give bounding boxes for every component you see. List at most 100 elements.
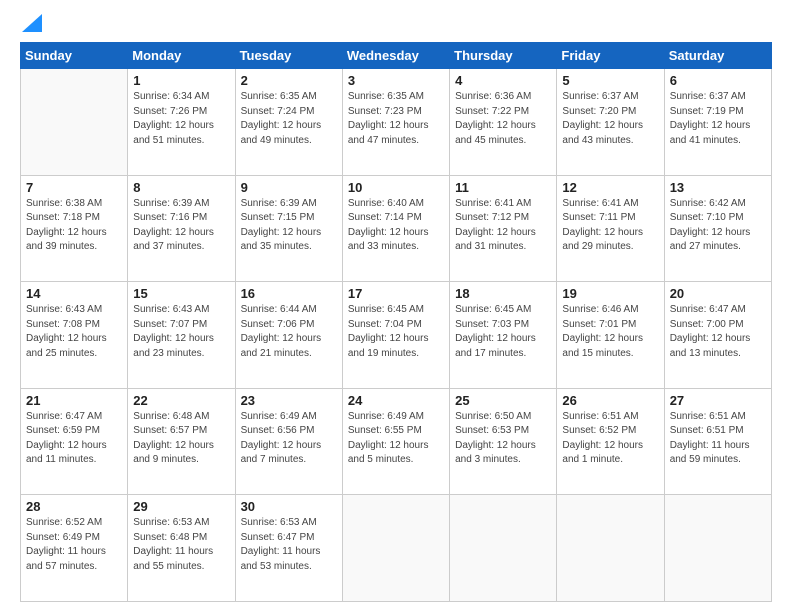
day-number: 24: [348, 393, 444, 408]
day-number: 2: [241, 73, 337, 88]
day-number: 30: [241, 499, 337, 514]
calendar-cell: 1Sunrise: 6:34 AM Sunset: 7:26 PM Daylig…: [128, 69, 235, 176]
day-info: Sunrise: 6:39 AM Sunset: 7:16 PM Dayligh…: [133, 197, 229, 255]
calendar-cell: 8 Sunrise: 6:39 AM Sunset: 7:16 PM Daylig…: [128, 175, 235, 282]
weekday-header-sunday: Sunday: [21, 43, 128, 69]
calendar-cell: [21, 69, 128, 176]
calendar-week-row: 28 Sunrise: 6:52 AM Sunset: 6:49 PM Dayli…: [21, 495, 772, 602]
calendar-cell: [450, 495, 557, 602]
calendar-cell: 27 Sunrise: 6:51 AM Sunset: 6:51 PM Dayli…: [664, 388, 771, 495]
day-number: 5: [562, 73, 658, 88]
day-number: 11: [455, 180, 551, 195]
calendar-week-row: 14Sunrise: 6:43 AM Sunset: 7:08 PM Dayli…: [21, 282, 772, 389]
day-info: Sunrise: 6:39 AM Sunset: 7:15 PM Dayligh…: [241, 197, 337, 255]
day-info: Sunrise: 6:53 AM Sunset: 6:48 PM Dayligh…: [133, 516, 229, 574]
day-number: 22: [133, 393, 229, 408]
calendar-cell: 14Sunrise: 6:43 AM Sunset: 7:08 PM Dayli…: [21, 282, 128, 389]
day-number: 15: [133, 286, 229, 301]
weekday-header-row: SundayMondayTuesdayWednesdayThursdayFrid…: [21, 43, 772, 69]
logo-icon: [22, 14, 42, 32]
day-number: 14: [26, 286, 122, 301]
day-info: Sunrise: 6:47 AM Sunset: 6:59 PM Dayligh…: [26, 410, 122, 468]
day-number: 9: [241, 180, 337, 195]
calendar-cell: 18 Sunrise: 6:45 AM Sunset: 7:03 PM Dayli…: [450, 282, 557, 389]
calendar-cell: 25 Sunrise: 6:50 AM Sunset: 6:53 PM Dayli…: [450, 388, 557, 495]
calendar-cell: 22Sunrise: 6:48 AM Sunset: 6:57 PM Dayli…: [128, 388, 235, 495]
calendar-cell: 24 Sunrise: 6:49 AM Sunset: 6:55 PM Dayli…: [342, 388, 449, 495]
day-info: Sunrise: 6:45 AM Sunset: 7:04 PM Dayligh…: [348, 303, 444, 361]
day-number: 17: [348, 286, 444, 301]
day-number: 12: [562, 180, 658, 195]
calendar-cell: 15 Sunrise: 6:43 AM Sunset: 7:07 PM Dayli…: [128, 282, 235, 389]
day-info: Sunrise: 6:40 AM Sunset: 7:14 PM Dayligh…: [348, 197, 444, 255]
day-number: 16: [241, 286, 337, 301]
day-number: 10: [348, 180, 444, 195]
calendar-cell: 23 Sunrise: 6:49 AM Sunset: 6:56 PM Dayli…: [235, 388, 342, 495]
day-number: 4: [455, 73, 551, 88]
day-number: 6: [670, 73, 766, 88]
calendar-table: SundayMondayTuesdayWednesdayThursdayFrid…: [20, 42, 772, 602]
weekday-header-monday: Monday: [128, 43, 235, 69]
calendar-cell: 9 Sunrise: 6:39 AM Sunset: 7:15 PM Daylig…: [235, 175, 342, 282]
day-info: Sunrise: 6:41 AM Sunset: 7:11 PM Dayligh…: [562, 197, 658, 255]
day-info: Sunrise: 6:41 AM Sunset: 7:12 PM Dayligh…: [455, 197, 551, 255]
calendar-cell: 11 Sunrise: 6:41 AM Sunset: 7:12 PM Dayli…: [450, 175, 557, 282]
weekday-header-saturday: Saturday: [664, 43, 771, 69]
day-number: 28: [26, 499, 122, 514]
day-info: Sunrise: 6:45 AM Sunset: 7:03 PM Dayligh…: [455, 303, 551, 361]
calendar-cell: 5 Sunrise: 6:37 AM Sunset: 7:20 PM Daylig…: [557, 69, 664, 176]
calendar-cell: 2 Sunrise: 6:35 AM Sunset: 7:24 PM Daylig…: [235, 69, 342, 176]
calendar-week-row: 7Sunrise: 6:38 AM Sunset: 7:18 PM Daylig…: [21, 175, 772, 282]
calendar-week-row: 1Sunrise: 6:34 AM Sunset: 7:26 PM Daylig…: [21, 69, 772, 176]
calendar-cell: 10 Sunrise: 6:40 AM Sunset: 7:14 PM Dayli…: [342, 175, 449, 282]
calendar-cell: [557, 495, 664, 602]
calendar-cell: 3 Sunrise: 6:35 AM Sunset: 7:23 PM Daylig…: [342, 69, 449, 176]
day-info: Sunrise: 6:49 AM Sunset: 6:55 PM Dayligh…: [348, 410, 444, 468]
day-number: 25: [455, 393, 551, 408]
calendar-cell: 17 Sunrise: 6:45 AM Sunset: 7:04 PM Dayli…: [342, 282, 449, 389]
day-number: 26: [562, 393, 658, 408]
day-number: 13: [670, 180, 766, 195]
weekday-header-tuesday: Tuesday: [235, 43, 342, 69]
day-number: 3: [348, 73, 444, 88]
calendar-cell: 28 Sunrise: 6:52 AM Sunset: 6:49 PM Dayli…: [21, 495, 128, 602]
day-info: Sunrise: 6:36 AM Sunset: 7:22 PM Dayligh…: [455, 90, 551, 148]
calendar-cell: 26Sunrise: 6:51 AM Sunset: 6:52 PM Dayli…: [557, 388, 664, 495]
day-info: Sunrise: 6:46 AM Sunset: 7:01 PM Dayligh…: [562, 303, 658, 361]
calendar-cell: 7Sunrise: 6:38 AM Sunset: 7:18 PM Daylig…: [21, 175, 128, 282]
day-info: Sunrise: 6:49 AM Sunset: 6:56 PM Dayligh…: [241, 410, 337, 468]
day-info: Sunrise: 6:52 AM Sunset: 6:49 PM Dayligh…: [26, 516, 122, 574]
logo: [20, 18, 42, 32]
day-info: Sunrise: 6:50 AM Sunset: 6:53 PM Dayligh…: [455, 410, 551, 468]
day-number: 29: [133, 499, 229, 514]
day-info: Sunrise: 6:51 AM Sunset: 6:51 PM Dayligh…: [670, 410, 766, 468]
calendar-cell: [664, 495, 771, 602]
day-info: Sunrise: 6:42 AM Sunset: 7:10 PM Dayligh…: [670, 197, 766, 255]
day-info: Sunrise: 6:35 AM Sunset: 7:23 PM Dayligh…: [348, 90, 444, 148]
calendar-cell: 20 Sunrise: 6:47 AM Sunset: 7:00 PM Dayli…: [664, 282, 771, 389]
weekday-header-thursday: Thursday: [450, 43, 557, 69]
day-info: Sunrise: 6:37 AM Sunset: 7:19 PM Dayligh…: [670, 90, 766, 148]
calendar-cell: 6 Sunrise: 6:37 AM Sunset: 7:19 PM Daylig…: [664, 69, 771, 176]
day-info: Sunrise: 6:37 AM Sunset: 7:20 PM Dayligh…: [562, 90, 658, 148]
calendar-cell: 12 Sunrise: 6:41 AM Sunset: 7:11 PM Dayli…: [557, 175, 664, 282]
day-number: 19: [562, 286, 658, 301]
weekday-header-friday: Friday: [557, 43, 664, 69]
day-info: Sunrise: 6:47 AM Sunset: 7:00 PM Dayligh…: [670, 303, 766, 361]
calendar-cell: [342, 495, 449, 602]
weekday-header-wednesday: Wednesday: [342, 43, 449, 69]
calendar-cell: 30Sunrise: 6:53 AM Sunset: 6:47 PM Dayli…: [235, 495, 342, 602]
page: SundayMondayTuesdayWednesdayThursdayFrid…: [0, 0, 792, 612]
day-info: Sunrise: 6:34 AM Sunset: 7:26 PM Dayligh…: [133, 90, 229, 148]
day-info: Sunrise: 6:38 AM Sunset: 7:18 PM Dayligh…: [26, 197, 122, 255]
day-info: Sunrise: 6:43 AM Sunset: 7:07 PM Dayligh…: [133, 303, 229, 361]
day-number: 18: [455, 286, 551, 301]
day-number: 21: [26, 393, 122, 408]
calendar-cell: 16Sunrise: 6:44 AM Sunset: 7:06 PM Dayli…: [235, 282, 342, 389]
day-number: 27: [670, 393, 766, 408]
day-number: 23: [241, 393, 337, 408]
day-number: 8: [133, 180, 229, 195]
day-info: Sunrise: 6:35 AM Sunset: 7:24 PM Dayligh…: [241, 90, 337, 148]
day-number: 20: [670, 286, 766, 301]
calendar-cell: 4 Sunrise: 6:36 AM Sunset: 7:22 PM Daylig…: [450, 69, 557, 176]
